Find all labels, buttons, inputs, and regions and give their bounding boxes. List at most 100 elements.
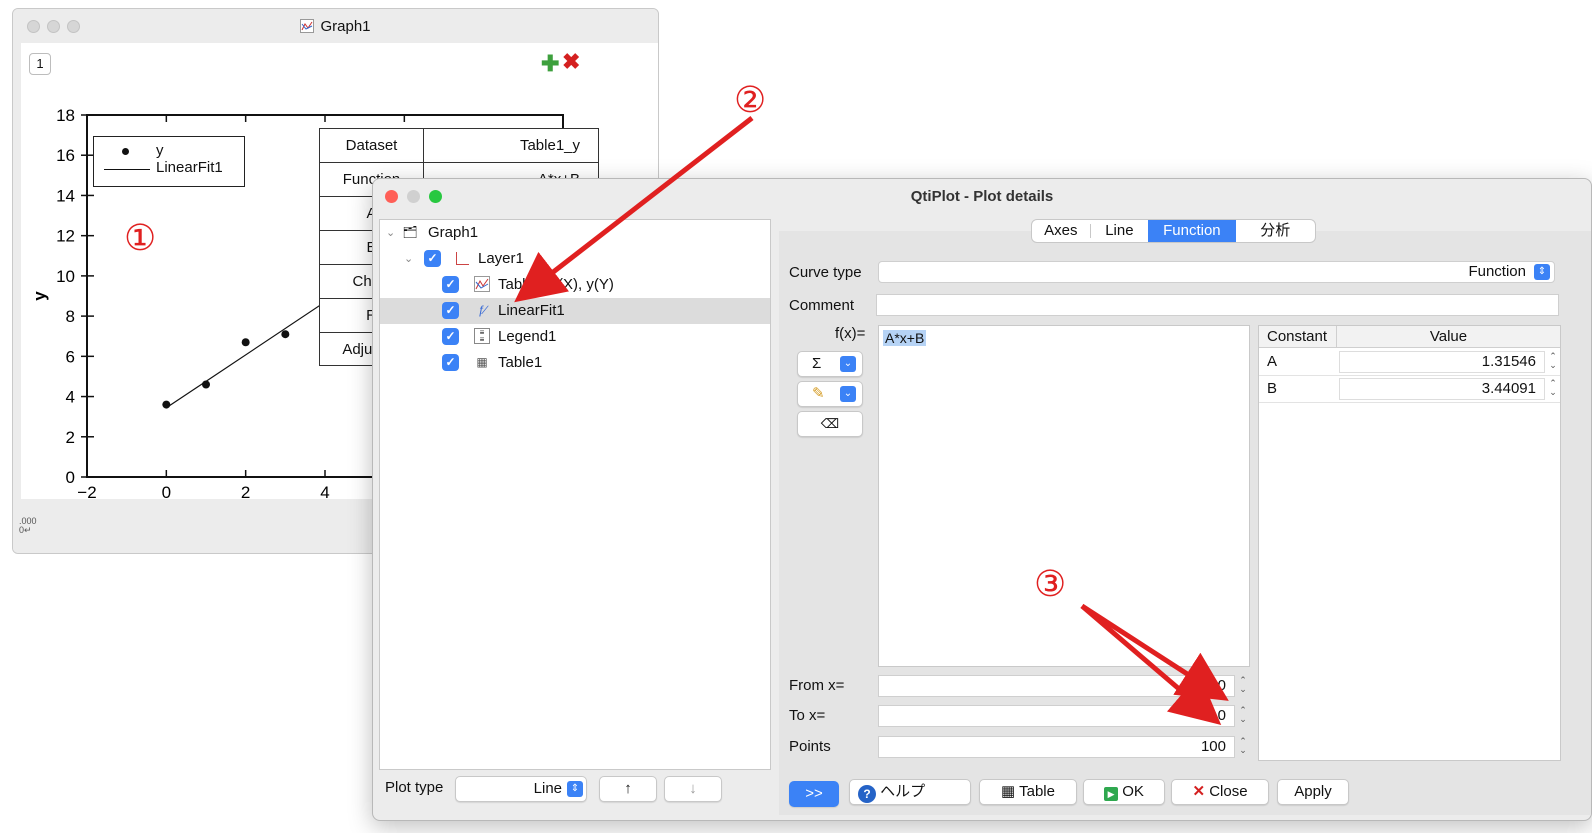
function-expression[interactable]: A*x+B bbox=[883, 330, 927, 346]
data-point bbox=[202, 380, 210, 389]
arrow-up-icon: ↑ bbox=[624, 780, 632, 797]
fit-table-row: Dataset Table1_y bbox=[320, 129, 598, 163]
header-value: Value bbox=[1429, 328, 1468, 345]
tab-function[interactable]: Function bbox=[1148, 220, 1236, 242]
tree-item-table1[interactable]: ✓ ▦ Table1 bbox=[380, 350, 770, 376]
plot-details-dialog: QtiPlot - Plot details ⌄ 🗂 Graph1 ⌄ ✓ La… bbox=[372, 178, 1592, 821]
layer1-checkbox[interactable]: ✓ bbox=[424, 250, 441, 267]
number-format-icon[interactable]: .000 0↵ bbox=[19, 517, 37, 535]
constants-header: Constant Value bbox=[1259, 326, 1560, 348]
clear-function-button[interactable]: ⌫ bbox=[797, 411, 863, 437]
constant-a-stepper[interactable]: ⌃ ⌄ bbox=[1547, 352, 1559, 372]
linearfit1-checkbox[interactable]: ✓ bbox=[442, 302, 459, 319]
constant-row-a[interactable]: A 1.31546 ⌃ ⌄ bbox=[1259, 349, 1560, 376]
points-stepper[interactable]: ⌃ ⌄ bbox=[1237, 737, 1249, 757]
function-editor[interactable]: A*x+B bbox=[878, 325, 1250, 667]
y-tick-label: 6 bbox=[66, 347, 75, 366]
y-tick-label: 2 bbox=[66, 428, 75, 447]
y-tick-label: 18 bbox=[56, 106, 75, 125]
constant-row-b[interactable]: B 3.44091 ⌃ ⌄ bbox=[1259, 376, 1560, 403]
select-arrows-icon: ⇕ bbox=[1534, 264, 1550, 280]
move-up-button[interactable]: ↑ bbox=[599, 776, 657, 802]
legend1-checkbox[interactable]: ✓ bbox=[442, 328, 459, 345]
tab-analysis[interactable]: 分析 bbox=[1236, 220, 1315, 242]
close-button[interactable]: ✕ Close bbox=[1171, 779, 1269, 805]
layer-1-button[interactable]: 1 bbox=[29, 53, 51, 75]
graph-window-title: Graph1 bbox=[13, 18, 658, 35]
plot-tree[interactable]: ⌄ 🗂 Graph1 ⌄ ✓ Layer1 ✓ Table1: x(X), y(… bbox=[379, 219, 771, 770]
settings-tabs[interactable]: Axes Line Function 分析 bbox=[1031, 219, 1316, 243]
fx-label: f(x)= bbox=[835, 325, 866, 342]
tree-item-legend1[interactable]: ✓ ≡ ≡ Legend1 bbox=[380, 324, 770, 350]
chevron-down-icon[interactable]: ⌄ bbox=[386, 220, 395, 246]
chevron-down-icon: ⌄ bbox=[840, 356, 856, 372]
close-icon: ✕ bbox=[1192, 783, 1206, 800]
legend-series-label: y bbox=[156, 142, 164, 159]
y-tick-label: 4 bbox=[66, 388, 75, 407]
chevron-down-icon[interactable]: ⌄ bbox=[404, 246, 413, 272]
constant-b-stepper[interactable]: ⌃ ⌄ bbox=[1547, 379, 1559, 399]
y-tick-label: 8 bbox=[66, 307, 75, 326]
from-x-input[interactable]: 0 bbox=[878, 675, 1235, 697]
move-down-button[interactable]: ↓ bbox=[664, 776, 722, 802]
plot-type-select[interactable]: Line ⇕ bbox=[455, 776, 587, 802]
fit-table-value: Table1_y bbox=[519, 137, 580, 154]
table-icon: ▦ bbox=[1001, 783, 1016, 800]
help-button[interactable]: ? ヘルプ bbox=[849, 779, 971, 805]
data-point bbox=[162, 400, 171, 409]
from-x-stepper[interactable]: ⌃ ⌄ bbox=[1237, 676, 1249, 696]
legend-box[interactable]: y LinearFit1 bbox=[93, 136, 245, 187]
add-layer-icon[interactable]: ✚ bbox=[541, 51, 559, 77]
y-tick-label: 0 bbox=[66, 468, 75, 487]
pencil-icon: ✎ bbox=[812, 385, 825, 402]
to-x-stepper[interactable]: ⌃ ⌄ bbox=[1237, 706, 1249, 726]
graph-titlebar[interactable]: Graph1 bbox=[13, 9, 658, 43]
apply-button[interactable]: Apply bbox=[1277, 779, 1349, 805]
insert-function-button[interactable]: Σ ⌄ bbox=[797, 351, 863, 377]
legend-marker bbox=[122, 148, 129, 155]
more-options-button[interactable]: >> bbox=[789, 781, 839, 807]
y-tick-label: 16 bbox=[56, 146, 75, 165]
data-point bbox=[281, 330, 290, 339]
table1-checkbox[interactable]: ✓ bbox=[442, 354, 459, 371]
comment-label: Comment bbox=[789, 297, 855, 314]
table-curve-icon bbox=[474, 276, 490, 292]
tree-item-linearfit1[interactable]: ✓ ƒ∕ LinearFit1 bbox=[380, 298, 770, 324]
plot-type-label: Plot type bbox=[385, 779, 444, 796]
insert-expression-button[interactable]: ✎ ⌄ bbox=[797, 381, 863, 407]
table-icon: ▦ bbox=[476, 355, 488, 369]
tab-line[interactable]: Line bbox=[1091, 220, 1149, 242]
to-x-label: To x= bbox=[789, 707, 826, 724]
y-tick-label: 12 bbox=[56, 227, 75, 246]
y-tick-label: 14 bbox=[56, 186, 75, 205]
comment-input[interactable] bbox=[876, 294, 1559, 316]
chevron-down-icon: ⌄ bbox=[840, 386, 856, 402]
dialog-title: QtiPlot - Plot details bbox=[910, 188, 1054, 205]
legend-icon: ≡ ≡ bbox=[474, 328, 490, 344]
graph-icon bbox=[300, 19, 315, 33]
help-icon: ? bbox=[858, 785, 876, 803]
tree-item-graph1[interactable]: ⌄ 🗂 Graph1 bbox=[380, 220, 770, 246]
constants-table[interactable]: Constant Value A 1.31546 ⌃ ⌄ B 3.44091 ⌃ ⌄ bbox=[1258, 325, 1561, 761]
table-button[interactable]: ▦ Table bbox=[979, 779, 1077, 805]
ok-icon: ▶ bbox=[1104, 787, 1119, 801]
annotation-2: ② bbox=[734, 80, 767, 121]
function-icon: ƒ∕ bbox=[477, 303, 487, 317]
eraser-icon: ⌫ bbox=[820, 416, 840, 431]
ok-button[interactable]: ▶ OK bbox=[1083, 779, 1165, 805]
tab-axes[interactable]: Axes bbox=[1032, 220, 1090, 242]
constant-b-value[interactable]: 3.44091 bbox=[1339, 378, 1545, 400]
points-input[interactable]: 100 bbox=[878, 736, 1235, 758]
tree-item-table-curve[interactable]: ✓ Table1: x(X), y(Y) bbox=[380, 272, 770, 298]
tree-item-layer1[interactable]: ⌄ ✓ Layer1 bbox=[380, 246, 770, 272]
y-tick-label: 10 bbox=[56, 267, 75, 286]
header-constant: Constant bbox=[1259, 326, 1337, 348]
to-x-input[interactable]: 10 bbox=[878, 705, 1235, 727]
constant-a-value[interactable]: 1.31546 bbox=[1339, 351, 1545, 373]
table-curve-checkbox[interactable]: ✓ bbox=[442, 276, 459, 293]
remove-layer-icon[interactable]: ✖ bbox=[562, 49, 580, 75]
layer-icon bbox=[456, 252, 469, 265]
arrow-down-icon: ↓ bbox=[689, 780, 697, 797]
legend-fit-label: LinearFit1 bbox=[156, 159, 223, 176]
curve-type-select[interactable]: Function ⇕ bbox=[878, 261, 1555, 283]
